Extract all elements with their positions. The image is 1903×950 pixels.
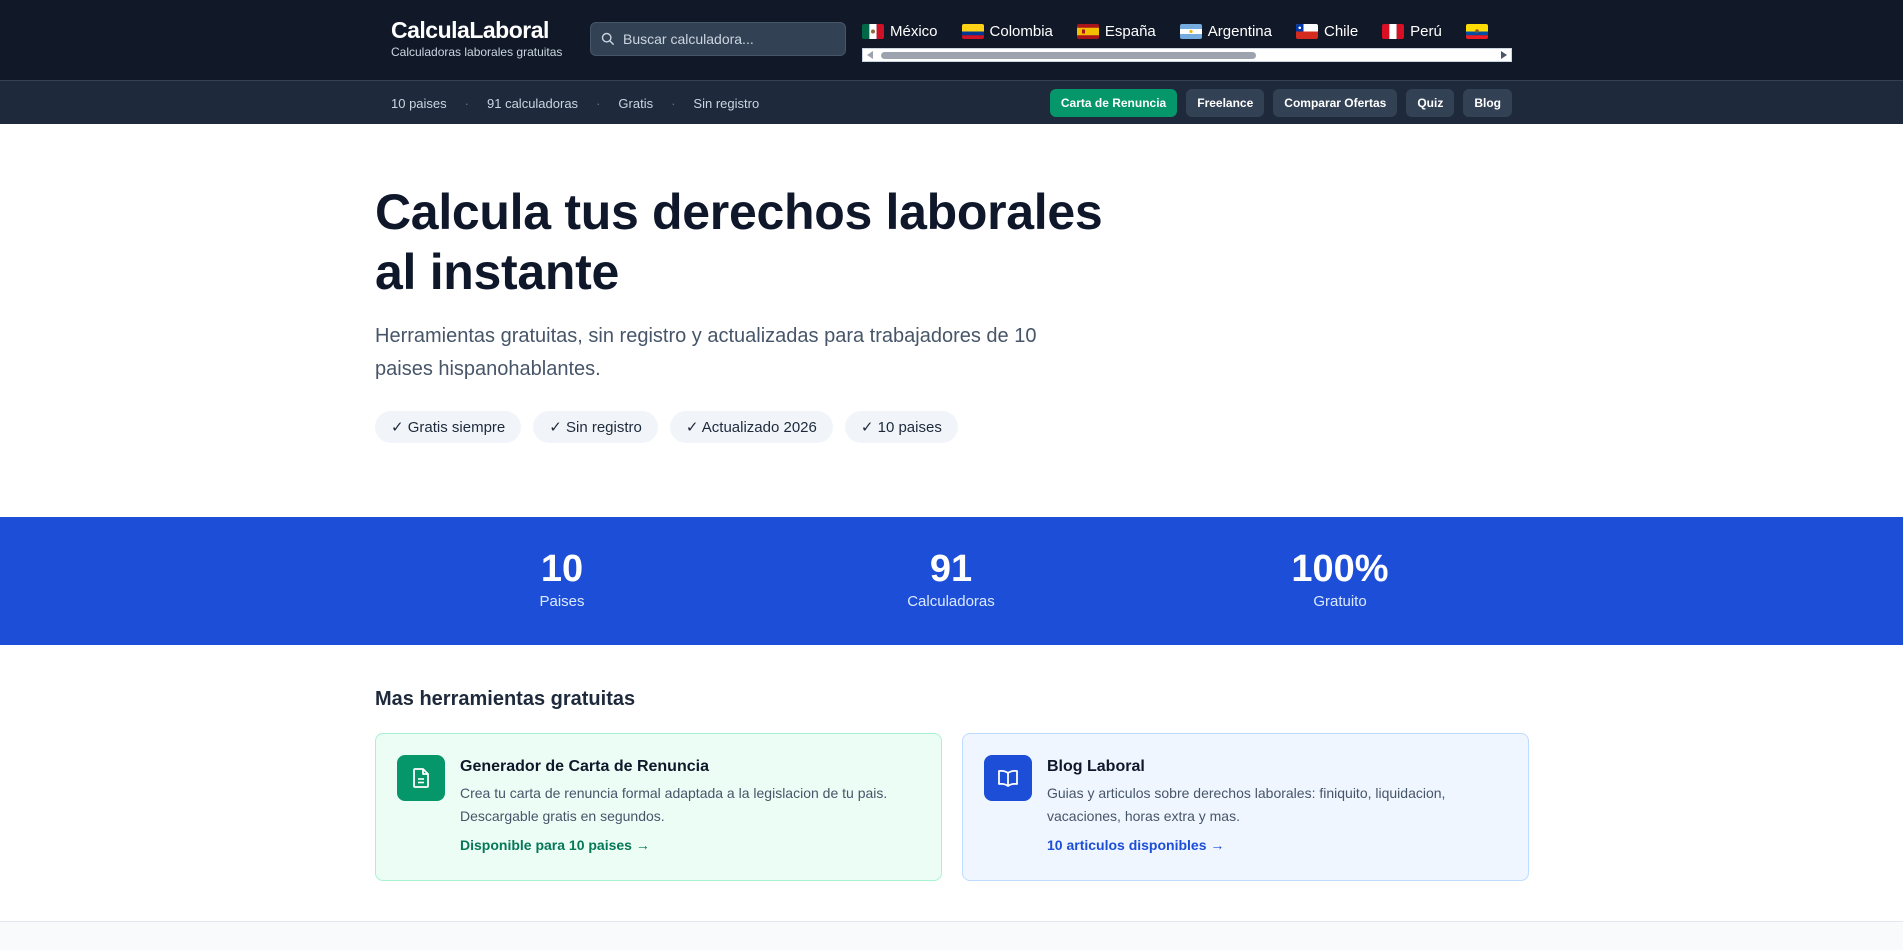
ecuador-flag-icon: [1465, 23, 1488, 39]
search-input[interactable]: [623, 31, 823, 47]
resignation-letter-card[interactable]: Generador de Carta de Renuncia Crea tu c…: [375, 733, 942, 881]
document-icon: [397, 755, 445, 801]
card-body: Blog Laboral Guias y articulos sobre der…: [1047, 756, 1507, 853]
more-tools-title: Mas herramientas gratuitas: [375, 688, 636, 710]
country-link-argentina[interactable]: Argentina: [1179, 20, 1272, 42]
sub-header: 10 paises · 91 calculadoras · Gratis · S…: [0, 80, 1903, 124]
summary-stats: 10 paises · 91 calculadoras · Gratis · S…: [391, 81, 759, 125]
stat-value: 10: [540, 548, 584, 590]
hero-section: Calcula tus derechos laborales al instan…: [375, 182, 1135, 443]
card-description: Crea tu carta de renuncia formal adaptad…: [460, 785, 888, 824]
country-link-ecuador[interactable]: [1465, 20, 1494, 42]
footer-strip: [0, 921, 1903, 950]
badge-no-signup: ✓ Sin registro: [533, 411, 658, 443]
country-label: Chile: [1323, 22, 1359, 40]
country-link-peru[interactable]: Perú: [1382, 20, 1442, 42]
nav-quiz-button[interactable]: Quiz: [1406, 89, 1455, 117]
argentina-flag-icon: [1179, 23, 1202, 39]
stat-countries: 10 Paises: [462, 547, 662, 610]
summary-countries: 10 paises: [391, 95, 447, 111]
stats-band: 10 Paises 91 Calculadoras 100% Gratuito: [0, 517, 1903, 645]
nav-comparar-ofertas-button[interactable]: Comparar Ofertas: [1273, 89, 1398, 117]
brand-title[interactable]: CalculaLaboral: [391, 16, 562, 44]
country-scrollbar[interactable]: [862, 48, 1512, 62]
book-icon: [984, 755, 1032, 801]
scroll-right-arrow-icon[interactable]: [1501, 51, 1507, 59]
separator-dot: ·: [671, 95, 676, 111]
brand[interactable]: CalculaLaboral Calculadoras laborales gr…: [391, 16, 562, 59]
badge-countries: ✓ 10 paises: [844, 411, 958, 443]
nav-carta-renuncia-button[interactable]: Carta de Renuncia: [1049, 89, 1178, 117]
chile-flag-icon: [1295, 23, 1318, 39]
country-link-chile[interactable]: Chile: [1295, 20, 1359, 42]
card-title: Generador de Carta de Renuncia: [460, 758, 709, 775]
country-label: Argentina: [1207, 22, 1272, 40]
country-link-mexico[interactable]: México: [862, 20, 938, 42]
scrollbar-thumb[interactable]: [881, 52, 1256, 59]
hero-title-line1: Calcula tus derechos laborales: [375, 184, 1103, 240]
separator-dot: ·: [596, 95, 601, 111]
badge-free: ✓ Gratis siempre: [375, 411, 522, 443]
search-icon: [601, 32, 614, 45]
summary-free: Gratis: [618, 95, 654, 111]
top-header: CalculaLaboral Calculadoras laborales gr…: [0, 0, 1903, 80]
nav-freelance-button[interactable]: Freelance: [1186, 89, 1265, 117]
card-link[interactable]: Disponible para 10 paises →: [460, 837, 920, 853]
feature-badges: ✓ Gratis siempre ✓ Sin registro ✓ Actual…: [375, 411, 1135, 443]
badge-updated: ✓ Actualizado 2026: [669, 411, 833, 443]
country-label: Perú: [1410, 22, 1442, 40]
country-label: Colombia: [989, 22, 1053, 40]
country-label: México: [890, 22, 938, 40]
card-title: Blog Laboral: [1047, 758, 1145, 775]
stat-value: 91: [929, 548, 973, 590]
nav-blog-button[interactable]: Blog: [1463, 89, 1512, 117]
brand-subtitle: Calculadoras laborales gratuitas: [391, 45, 563, 59]
blog-card[interactable]: Blog Laboral Guias y articulos sobre der…: [962, 733, 1529, 881]
country-link-colombia[interactable]: Colombia: [961, 20, 1053, 42]
scroll-left-arrow-icon[interactable]: [867, 51, 873, 59]
stat-label: Paises: [539, 593, 585, 610]
summary-calculators: 91 calculadoras: [487, 95, 579, 111]
stat-label: Gratuito: [1313, 593, 1367, 610]
spain-flag-icon: [1076, 23, 1099, 39]
country-link-spain[interactable]: España: [1076, 20, 1156, 42]
summary-no-signup: Sin registro: [693, 95, 760, 111]
quick-nav: Carta de Renuncia Freelance Comparar Ofe…: [1049, 89, 1512, 117]
mexico-flag-icon: [862, 23, 884, 39]
card-link[interactable]: 10 articulos disponibles →: [1047, 837, 1507, 853]
stat-value: 100%: [1291, 548, 1389, 590]
separator-dot: ·: [464, 95, 469, 111]
hero-title-line2: al instante: [375, 244, 619, 300]
card-body: Generador de Carta de Renuncia Crea tu c…: [460, 756, 920, 853]
stat-label: Calculadoras: [907, 593, 995, 610]
stat-free: 100% Gratuito: [1240, 547, 1440, 610]
peru-flag-icon: [1382, 23, 1405, 39]
card-description: Guias y articulos sobre derechos laboral…: [1047, 785, 1446, 824]
country-label: España: [1104, 22, 1156, 40]
country-nav: México Colombia España Argentina Chile P…: [862, 20, 1512, 64]
hero-subtitle: Herramientas gratuitas, sin registro y a…: [375, 325, 1037, 380]
hero-title: Calcula tus derechos laborales al instan…: [375, 182, 1135, 302]
search-box[interactable]: [590, 22, 846, 56]
stat-calculators: 91 Calculadoras: [851, 547, 1051, 610]
colombia-flag-icon: [961, 23, 984, 39]
